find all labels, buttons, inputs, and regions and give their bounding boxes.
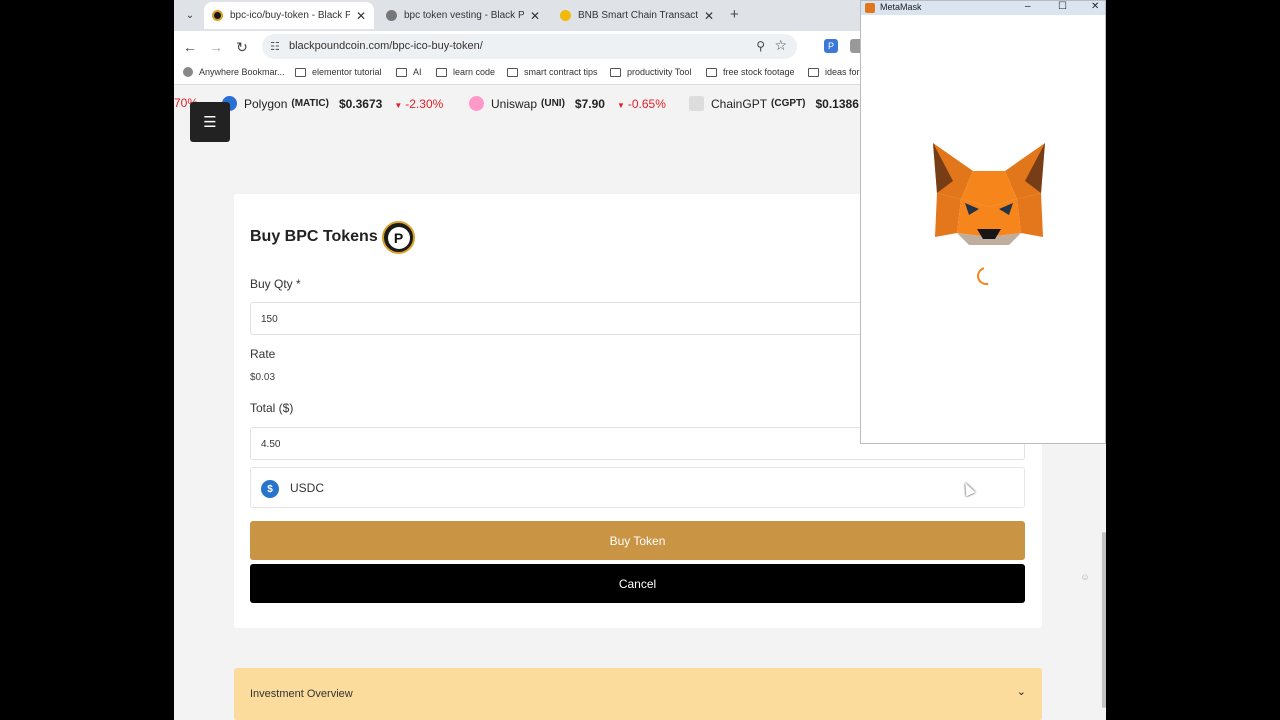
investment-overview-accordion[interactable]: Investment Overview ⌄ — [234, 668, 1042, 720]
metamask-fox-icon — [865, 3, 875, 13]
close-icon[interactable]: ✕ — [356, 9, 366, 23]
bpc-favicon-icon — [212, 10, 223, 21]
url-text: blackpoundcoin.com/bpc-ico-buy-token/ — [289, 40, 483, 52]
buy-token-button[interactable]: Buy Token — [250, 521, 1025, 560]
uniswap-unicorn-icon — [469, 96, 484, 111]
ticker-item-uniswap[interactable]: Uniswap (UNI) $7.90 -0.65% — [469, 96, 666, 111]
window-title: MetaMask — [880, 2, 922, 12]
folder-icon — [295, 67, 306, 77]
reload-icon[interactable]: ↻ — [233, 38, 251, 56]
metamask-popup-window: MetaMask – ☐ ✕ — [860, 0, 1106, 444]
folder-icon — [436, 67, 447, 77]
tab-title: bpc token vesting - Black Pound — [404, 10, 524, 21]
page-title: Buy BPC Tokens — [250, 228, 378, 245]
metamask-fox-logo-icon — [933, 143, 1045, 245]
maximize-icon[interactable]: ☐ — [1058, 1, 1067, 12]
price-change-down: -2.30% — [394, 97, 443, 111]
rate-label: Rate — [250, 347, 276, 361]
folder-icon — [808, 67, 819, 77]
page-favicon-icon — [386, 10, 397, 21]
price-change-down: -0.65% — [617, 97, 666, 111]
zoom-magnifier-icon[interactable]: ⚲ — [756, 39, 765, 53]
payment-token-label: USDC — [290, 481, 325, 495]
bookmark-elementor[interactable]: elementor tutorial — [295, 67, 382, 77]
screen: ⌄ bpc-ico/buy-token - Black Pound ✕ bpc … — [0, 0, 1280, 720]
close-icon[interactable]: ✕ — [1091, 1, 1099, 12]
folder-icon — [610, 67, 621, 77]
bookmark-smart-contract[interactable]: smart contract tips — [507, 67, 598, 77]
bookmark-anywhere[interactable]: Anywhere Bookmar... — [183, 67, 285, 77]
loading-spinner-icon — [973, 263, 999, 289]
folder-icon — [706, 67, 717, 77]
globe-icon — [183, 67, 193, 77]
close-icon[interactable]: ✕ — [704, 9, 714, 23]
accordion-label: Investment Overview — [250, 688, 353, 700]
site-settings-icon[interactable]: ☷ — [270, 40, 280, 53]
tab-bnb-transaction[interactable]: BNB Smart Chain Transaction H ✕ — [552, 2, 722, 29]
tab-token-vesting[interactable]: bpc token vesting - Black Pound ✕ — [378, 2, 548, 29]
cancel-button[interactable]: Cancel — [250, 564, 1025, 603]
new-tab-plus-icon[interactable]: + — [730, 6, 739, 23]
metamask-title-bar: MetaMask – ☐ ✕ — [861, 1, 1105, 15]
ticker-item-polygon[interactable]: Polygon (MATIC) $0.3673 -2.30% — [222, 96, 443, 111]
rate-value: $0.03 — [250, 372, 276, 383]
qty-label: Buy Qty * — [250, 277, 301, 291]
tab-title: bpc-ico/buy-token - Black Pound — [230, 10, 350, 21]
folder-icon — [507, 67, 518, 77]
bookmark-stock-footage[interactable]: free stock footage — [706, 67, 795, 77]
extension-icon[interactable]: P — [824, 39, 838, 53]
back-arrow-icon[interactable]: ← — [181, 38, 199, 56]
folder-icon — [396, 67, 407, 77]
bpc-logo-letter: P — [387, 226, 410, 249]
address-bar[interactable]: ☷ blackpoundcoin.com/bpc-ico-buy-token/ … — [262, 34, 797, 59]
bookmark-ai[interactable]: AI — [396, 67, 422, 77]
page-scrollbar[interactable] — [1102, 532, 1106, 708]
ticker-item-chaingpt[interactable]: ChainGPT (CGPT) $0.1386 — [689, 96, 859, 111]
broken-image-icon — [689, 96, 704, 111]
tab-title: BNB Smart Chain Transaction H — [578, 10, 698, 21]
total-label: Total ($) — [250, 401, 294, 415]
close-icon[interactable]: ✕ — [530, 9, 540, 23]
bookmark-learn-code[interactable]: learn code — [436, 67, 495, 77]
bookmark-ideas[interactable]: ideas for — [808, 67, 860, 77]
forward-arrow-icon[interactable]: → — [207, 38, 225, 56]
bscscan-favicon-icon — [560, 10, 571, 21]
bookmark-productivity[interactable]: productivity Tool — [610, 67, 691, 77]
payment-token-select[interactable]: $ USDC — [250, 467, 1025, 508]
chevron-down-icon: ⌄ — [1016, 686, 1026, 698]
bpc-logo: P — [382, 221, 415, 254]
bookmark-star-icon[interactable]: ☆ — [774, 37, 787, 54]
tab-buy-token[interactable]: bpc-ico/buy-token - Black Pound ✕ — [204, 2, 374, 29]
tab-search-chevron-icon[interactable]: ⌄ — [180, 5, 200, 25]
menu-hamburger-icon[interactable]: ☰ — [190, 102, 230, 142]
usdc-coin-icon: $ — [261, 480, 279, 498]
floating-widget-icon[interactable]: ☺ — [1074, 566, 1096, 588]
minimize-icon[interactable]: – — [1025, 1, 1031, 12]
